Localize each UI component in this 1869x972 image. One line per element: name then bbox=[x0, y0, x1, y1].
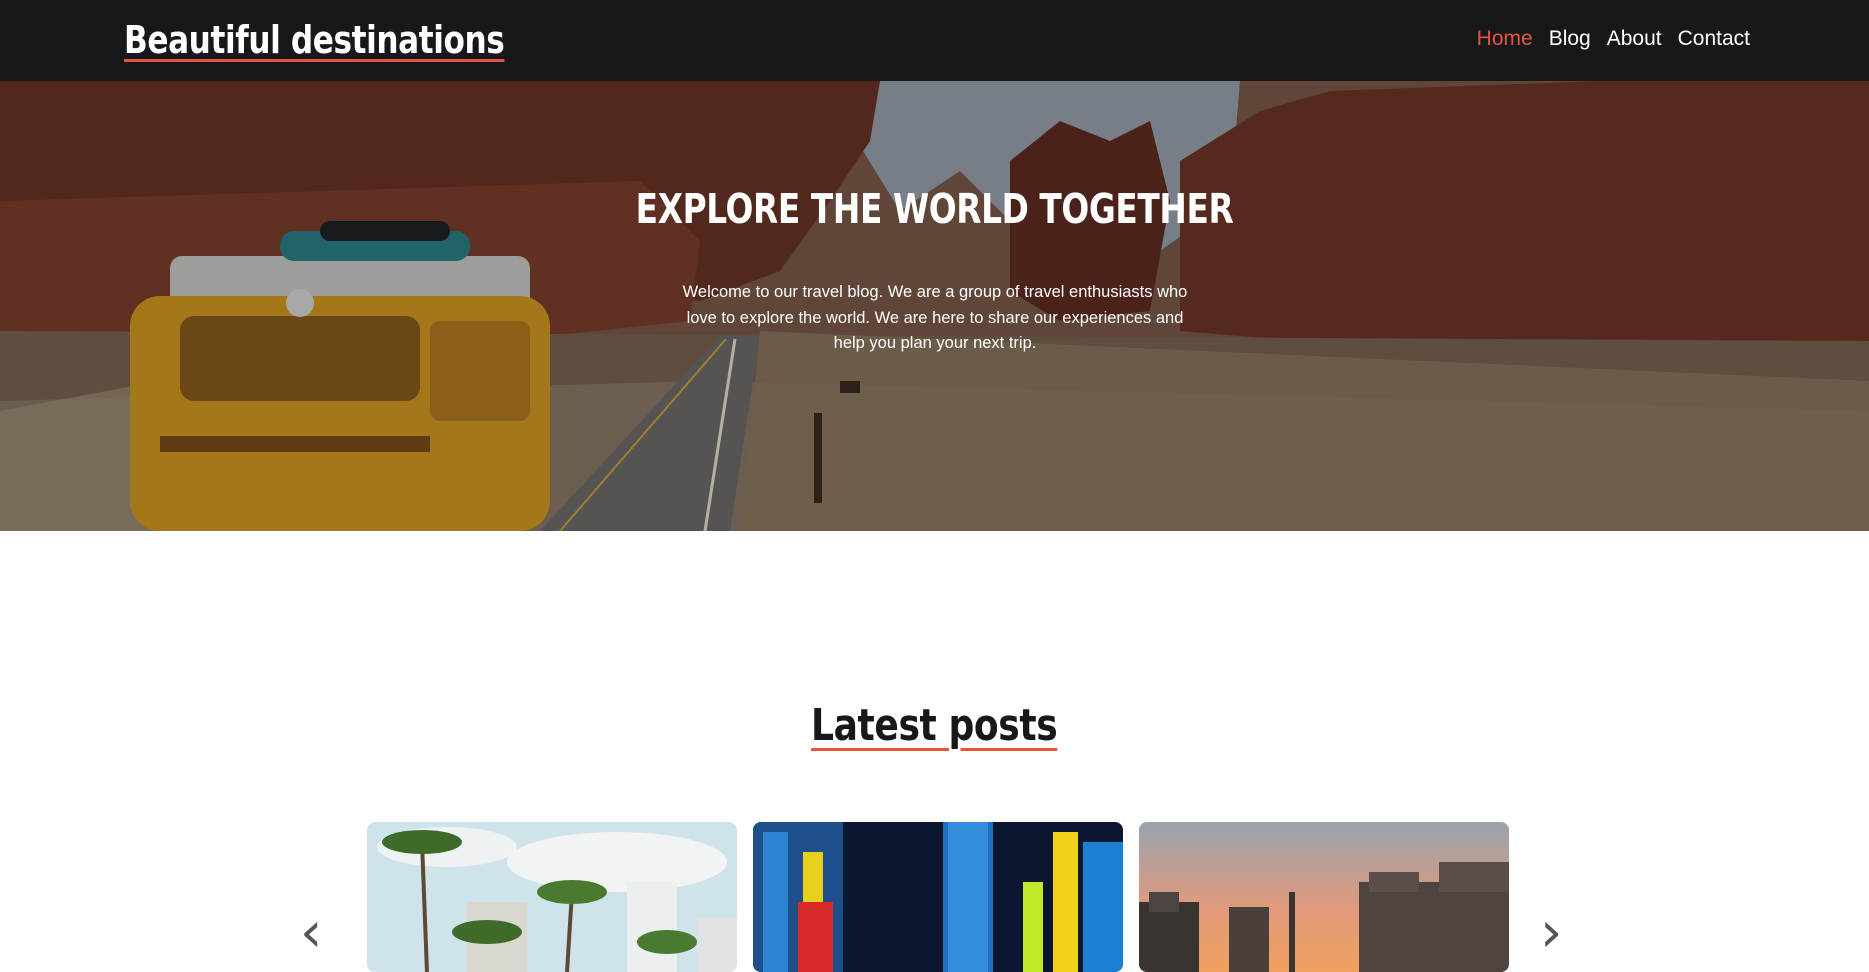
hero-title: EXPLORE THE WORLD TOGETHER bbox=[635, 185, 1234, 233]
nav-home-link[interactable]: Home bbox=[1477, 27, 1533, 51]
carousel-prev-arrow[interactable]: ‹ bbox=[300, 905, 322, 961]
palm-trees-city-photo bbox=[367, 822, 737, 972]
latest-posts-title-text: Latest posts bbox=[811, 700, 1058, 751]
hero-description: Welcome to our travel blog. We are a gro… bbox=[682, 283, 1188, 352]
post-card-1[interactable] bbox=[367, 822, 737, 972]
main-nav: Home Blog About Contact bbox=[1477, 27, 1750, 51]
latest-posts-title: Latest posts bbox=[0, 700, 1869, 751]
canal-houses-sunset-photo bbox=[1139, 822, 1509, 972]
post-card-2[interactable] bbox=[753, 822, 1123, 972]
site-header: Beautiful destinations Home Blog About C… bbox=[0, 0, 1869, 81]
hero-banner: EXPLORE THE WORLD TOGETHER Welcome to ou… bbox=[0, 81, 1869, 531]
site-logo-link[interactable]: Beautiful destinations bbox=[124, 18, 505, 62]
carousel-next-arrow[interactable]: › bbox=[1540, 905, 1562, 961]
nav-contact-link[interactable]: Contact bbox=[1678, 27, 1750, 51]
nav-blog-link[interactable]: Blog bbox=[1549, 27, 1591, 51]
nav-about-link[interactable]: About bbox=[1607, 27, 1662, 51]
neon-street-night-photo bbox=[753, 822, 1123, 972]
post-card-3[interactable] bbox=[1139, 822, 1509, 972]
